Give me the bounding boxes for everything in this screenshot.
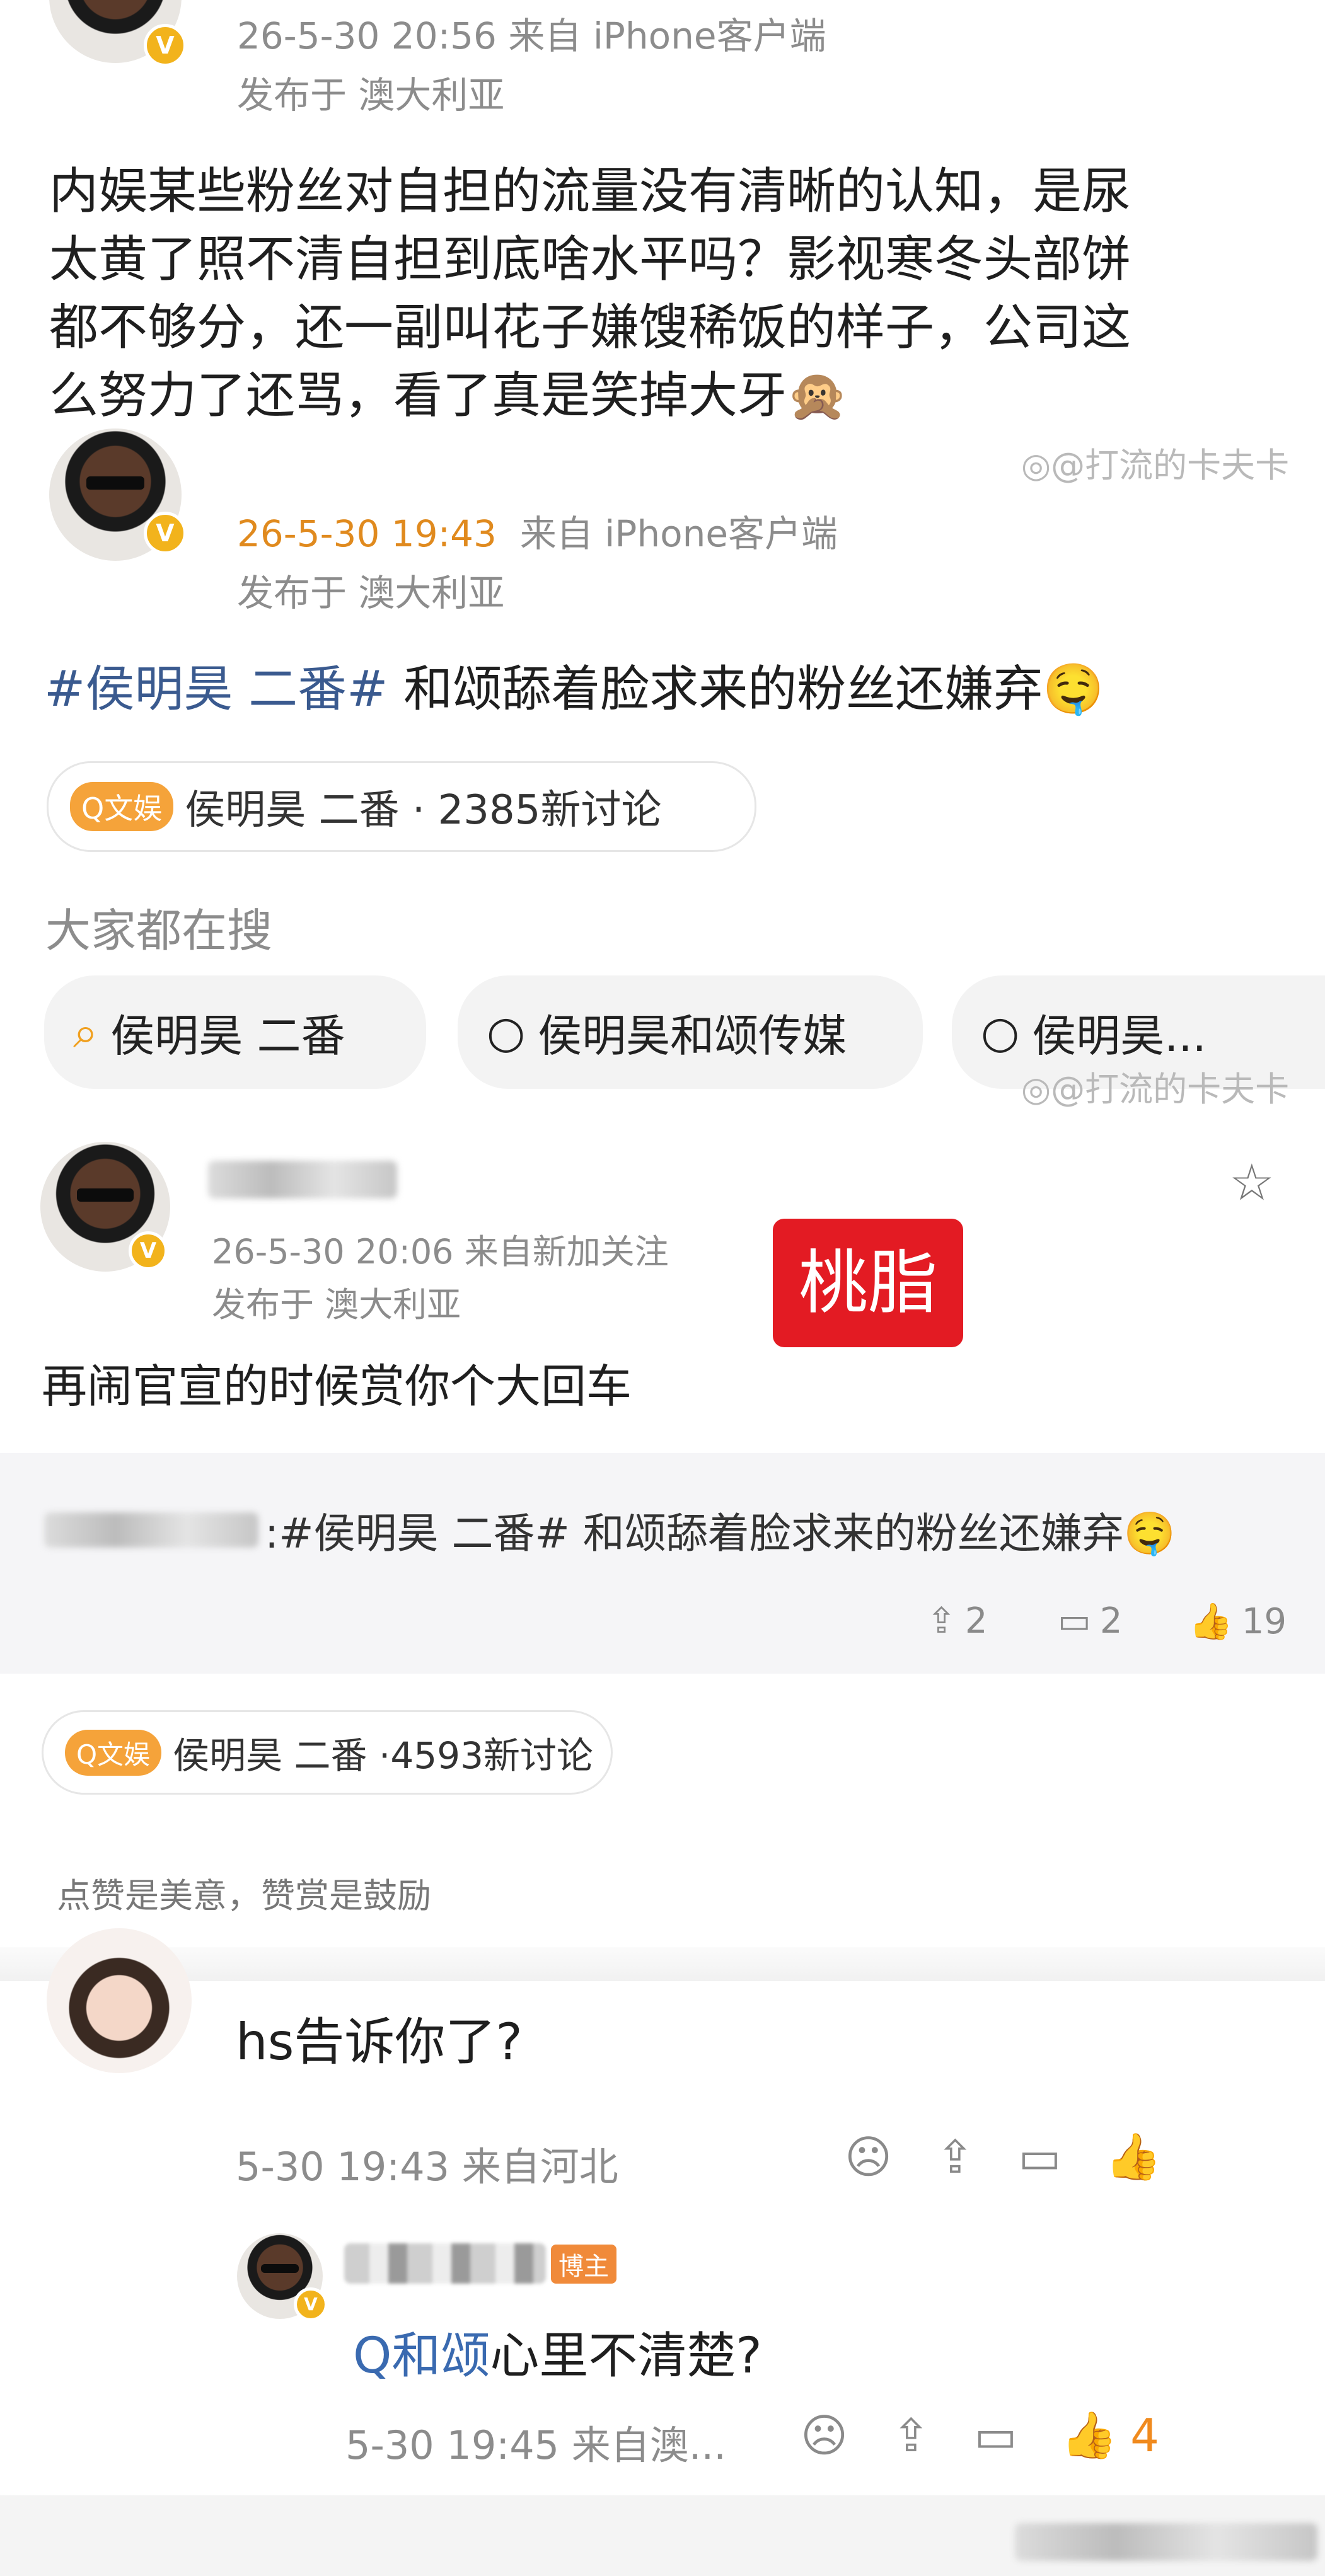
post-body: 再闹官宣的时候赏你个大回车 [42, 1360, 632, 1413]
share-icon: ⇪ [927, 1601, 956, 1642]
comment-meta: 5-30 19:43 来自河北 [236, 2144, 618, 2190]
hot-search-chip[interactable]: ⌕ 侯明昊 二番 [44, 975, 426, 1089]
verified-badge-icon: V [294, 2287, 328, 2321]
topic-text: 侯明昊 二番 · 2385新讨论 [185, 787, 662, 834]
avatar[interactable] [47, 1928, 192, 2073]
verified-badge-icon: V [144, 24, 187, 67]
post-body-line: 都不够分，还一副叫花子嫌馊稀饭的样子，公司这 [49, 299, 1131, 356]
thumbs-up-icon: 👍 [1189, 1601, 1233, 1642]
username-blurred[interactable] [344, 2243, 546, 2284]
username-blurred[interactable] [208, 1161, 397, 1199]
search-section-title: 大家都在搜 [45, 904, 273, 957]
watermark-blurred [1015, 2523, 1317, 2561]
comment-text: hs告诉你了? [236, 2013, 523, 2071]
hashtag-link[interactable]: #侯明昊 二番# [44, 661, 388, 718]
dislike-icon[interactable]: ☹ [801, 2409, 848, 2462]
divider [0, 1947, 1325, 1981]
like-count: 4 [1130, 2408, 1159, 2462]
post-meta-time: 26-5-30 20:56 来自 iPhone客户端 [237, 14, 826, 57]
topic-link[interactable]: Q和颂 [353, 2328, 490, 2384]
weibo-logo-icon: ◎ [1021, 446, 1051, 485]
search-icon: ○ [487, 1006, 526, 1058]
search-chip[interactable]: ○ 侯明昊和颂传媒 [458, 975, 923, 1089]
post-location: 发布于 澳大利亚 [237, 572, 505, 614]
comment-icon: ▭ [1058, 1601, 1091, 1642]
verified-badge-icon: V [129, 1231, 168, 1270]
post-source: 来自 iPhone客户端 [519, 512, 838, 555]
repost-author-blurred [44, 1512, 258, 1548]
post-meta-time: 26-5-30 20:06 来自新加关注 [212, 1232, 669, 1272]
post-meta: 26-5-30 19:43 来自 iPhone客户端 [237, 504, 838, 557]
share-icon[interactable]: ⇪ [936, 2130, 974, 2183]
repost-text: :#侯明昊 二番# 和颂舔着脸求来的粉丝还嫌弃🤤 [265, 1509, 1176, 1558]
repost-stat[interactable]: ⇪ 2 [927, 1601, 988, 1642]
reward-text: 点赞是美意，赞赏是鼓励 [57, 1876, 431, 1916]
watermark: ◎@打流的卡夫卡 [1021, 1069, 1290, 1109]
dislike-icon[interactable]: ☹ [845, 2130, 892, 2183]
red-label: 桃脂 [773, 1219, 963, 1347]
search-icon: ○ [981, 1006, 1020, 1058]
thumbs-up-icon[interactable]: 👍 [1105, 2130, 1162, 2183]
comment-icon[interactable]: ▭ [974, 2409, 1017, 2462]
comment-icon[interactable]: ▭ [1018, 2130, 1061, 2183]
topic-badge: Q文娱 [65, 1729, 162, 1776]
verified-badge-icon: V [144, 512, 187, 555]
post-body-line: 么努力了还骂，看了真是笑掉大牙🙊 [49, 367, 848, 424]
post-location: 发布于 澳大利亚 [212, 1285, 461, 1325]
topic-pill[interactable]: Q文娱 侯明昊 二番 ·4593新讨论 [42, 1710, 613, 1795]
hot-search-icon: ⌕ [73, 1006, 98, 1058]
topic-text: 侯明昊 二番 ·4593新讨论 [173, 1734, 593, 1777]
star-icon[interactable]: ☆ [1229, 1153, 1275, 1212]
comment-actions: ☹ ⇪ ▭ 👍 [845, 2130, 1162, 2183]
weibo-logo-icon: ◎ [1021, 1069, 1051, 1109]
topic-pill[interactable]: Q文娱 侯明昊 二番 · 2385新讨论 [47, 761, 756, 852]
post-body-line: 内娱某些粉丝对自担的流量没有清晰的认知，是尿 [49, 163, 1131, 220]
reply-meta: 5-30 19:45 来自澳... [345, 2422, 726, 2468]
like-stat[interactable]: 👍 19 [1189, 1601, 1287, 1643]
reply-text: Q和颂心里不清楚? [353, 2328, 762, 2384]
comment-stat[interactable]: ▭ 2 [1058, 1601, 1123, 1642]
post-location: 发布于 澳大利亚 [237, 74, 505, 117]
repost-box[interactable] [0, 1453, 1325, 1674]
topic-badge: Q文娱 [70, 782, 174, 831]
post-time: 26-5-30 19:43 [237, 512, 497, 555]
post-body: #侯明昊 二番# 和颂舔着脸求来的粉丝还嫌弃🤤 [44, 661, 1104, 718]
reply-actions: ☹ ⇪ ▭ 👍 4 [801, 2408, 1159, 2462]
watermark: ◎@打流的卡夫卡 [1021, 446, 1290, 485]
thumbs-up-icon[interactable]: 👍 [1061, 2408, 1118, 2462]
post-body: 内娱某些粉丝对自担的流量没有清晰的认知，是尿 太黄了照不清自担到底啥水平吗？影视… [49, 158, 1285, 430]
author-tag: 博主 [551, 2245, 616, 2284]
post-body-line: 太黄了照不清自担到底啥水平吗？影视寒冬头部饼 [49, 231, 1131, 288]
share-icon[interactable]: ⇪ [892, 2409, 930, 2462]
